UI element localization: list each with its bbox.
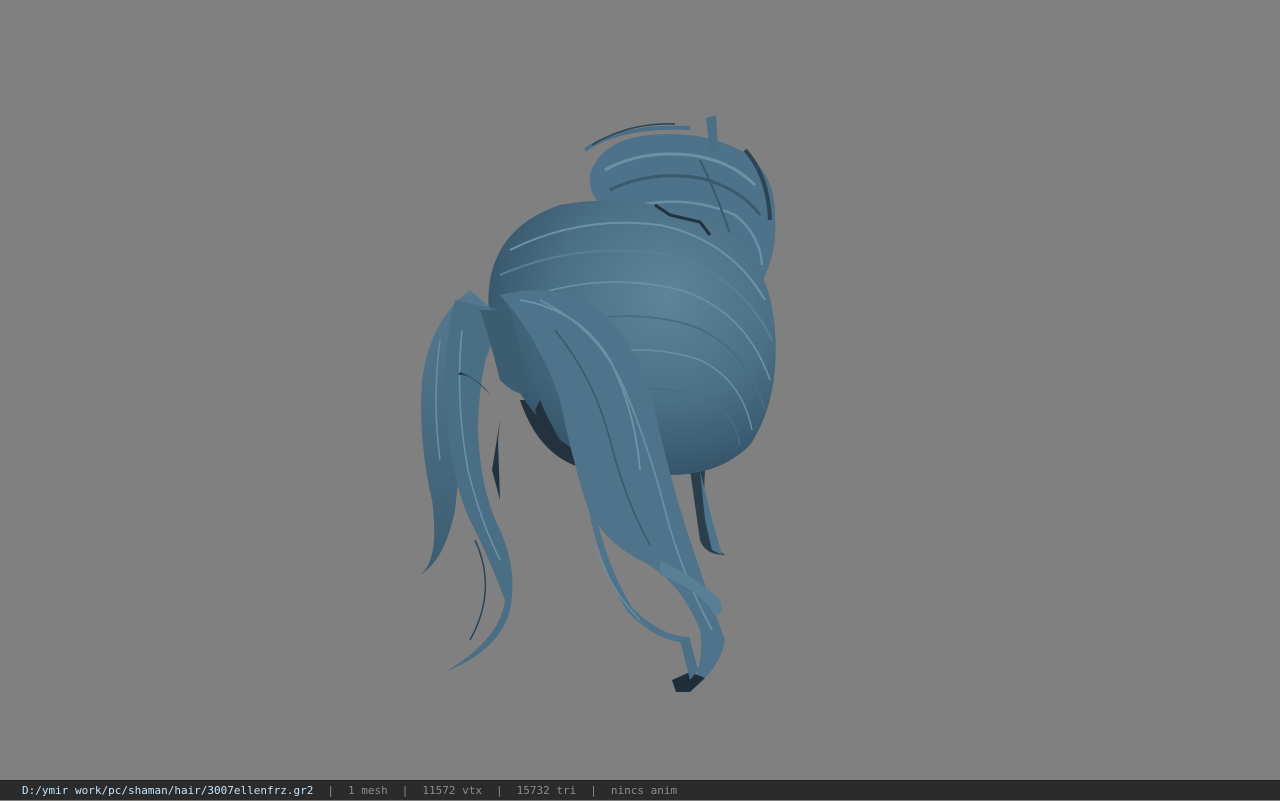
status-separator: | bbox=[590, 783, 597, 797]
3d-viewport[interactable] bbox=[0, 0, 1280, 780]
hair-model-render[interactable] bbox=[0, 0, 1280, 780]
animation-status-label: nincs anim bbox=[610, 783, 678, 797]
file-path-label: D:/ymir work/pc/shaman/hair/3007ellenfrz… bbox=[22, 783, 314, 797]
status-bar: D:/ymir work/pc/shaman/hair/3007ellenfrz… bbox=[0, 780, 1280, 800]
status-separator: | bbox=[496, 783, 503, 797]
vertex-count-label: 11572 vtx bbox=[422, 783, 483, 797]
triangle-count-label: 15732 tri bbox=[516, 783, 577, 797]
status-separator: | bbox=[401, 783, 409, 797]
hair-left-strands bbox=[420, 290, 530, 672]
status-separator: | bbox=[327, 783, 335, 797]
mesh-count-label: 1 mesh bbox=[348, 783, 388, 797]
